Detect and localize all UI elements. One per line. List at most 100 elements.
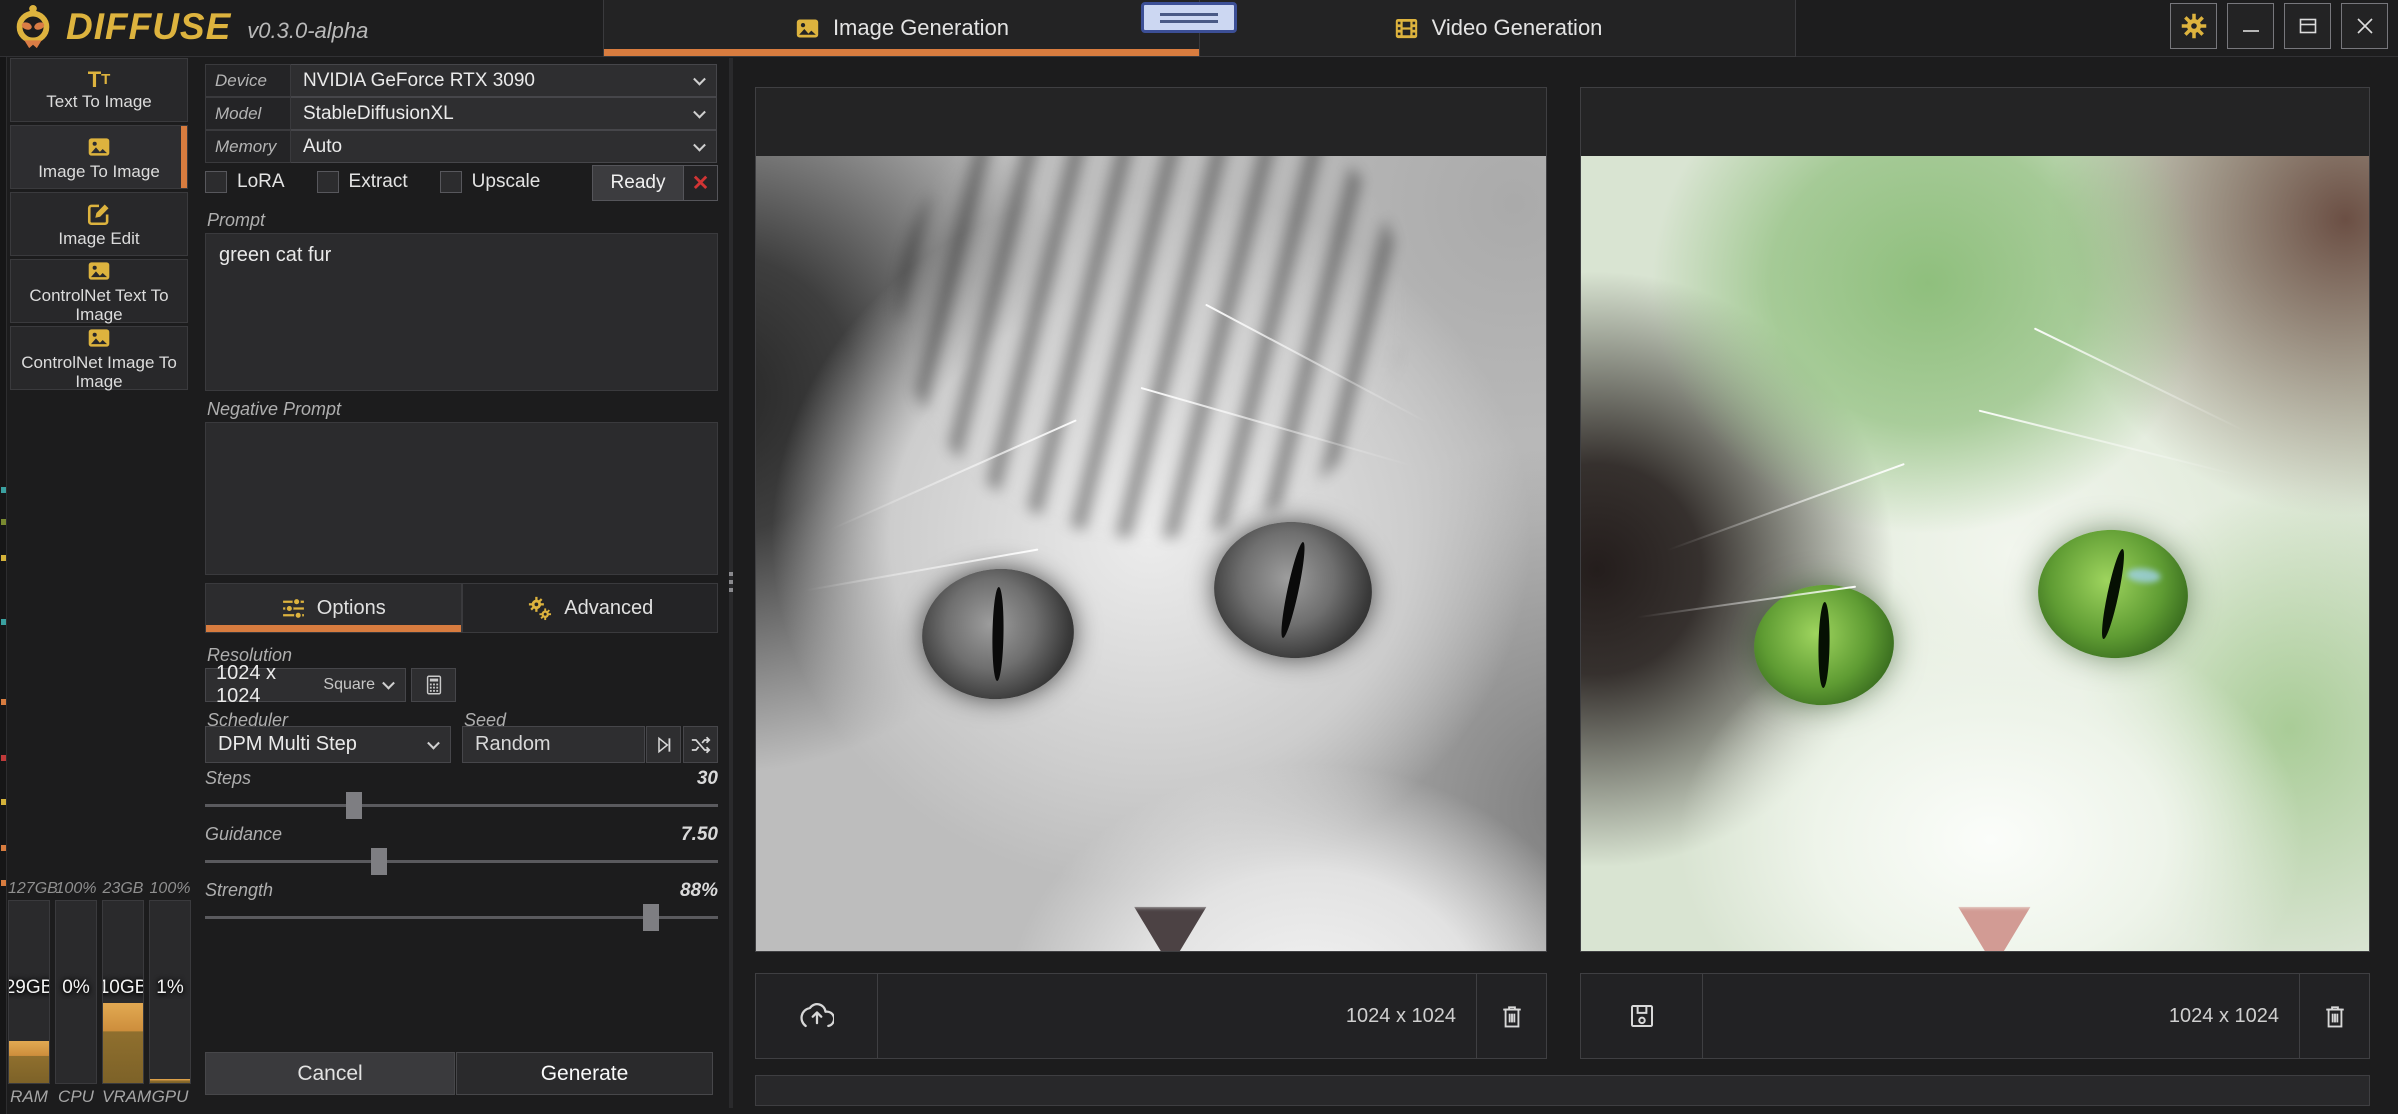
tab-image-generation[interactable]: Image Generation (604, 0, 1199, 56)
app-version: v0.3.0-alpha (247, 18, 368, 44)
maximize-icon (2296, 14, 2320, 38)
strength-value: 88% (680, 880, 718, 902)
edit-icon (86, 201, 112, 227)
edge-activity-strip (0, 57, 7, 1114)
seed-input[interactable]: Random (462, 726, 645, 763)
splitter-grip-icon (729, 572, 733, 592)
trash-icon (1498, 1002, 1526, 1030)
sidebar-item-image-to-image[interactable]: Image To Image (10, 125, 188, 189)
gpu-meter: 100% 1% GPU (149, 880, 191, 1108)
model-status-group: Ready ✕ (592, 165, 718, 201)
title-bar: DIFFUSE v0.3.0-alpha Image Generation Vi… (0, 0, 2398, 57)
guidance-slider[interactable] (205, 860, 718, 863)
chevron-down-icon (693, 72, 706, 85)
model-row: Model StableDiffusionXL (205, 97, 717, 130)
steps-value: 30 (697, 768, 718, 790)
output-panel-header (1581, 88, 2369, 156)
randomize-seed-button[interactable] (683, 726, 718, 763)
prompt-input[interactable]: green cat fur (205, 233, 718, 391)
minimize-icon (2239, 14, 2263, 38)
shuffle-icon (690, 734, 712, 756)
ram-meter: 127GB 29GB RAM (8, 880, 50, 1108)
strength-slider-thumb[interactable] (643, 904, 659, 931)
app-title: DIFFUSE (66, 6, 231, 48)
ready-status-button[interactable]: Ready (593, 166, 684, 200)
diffuse-app-window: DIFFUSE v0.3.0-alpha Image Generation Vi… (0, 0, 2398, 1114)
source-image-panel (755, 87, 1547, 952)
image-icon (86, 258, 112, 284)
lora-checkbox[interactable] (205, 171, 227, 193)
output-delete-button[interactable] (2299, 974, 2369, 1058)
upscale-checkbox[interactable] (440, 171, 462, 193)
vram-fill (103, 1003, 143, 1083)
source-delete-button[interactable] (1476, 974, 1546, 1058)
options-tab-bar: Options (205, 583, 718, 633)
image-icon (86, 325, 112, 351)
gpu-fill (150, 1079, 190, 1083)
tab-advanced[interactable]: Advanced (462, 583, 719, 633)
generation-progress-bar (755, 1075, 2370, 1106)
model-label: Model (205, 97, 291, 130)
panel-splitter[interactable] (729, 58, 733, 1108)
sidebar-item-controlnet-text-to-image[interactable]: ControlNet Text To Image (10, 259, 188, 323)
toggle-row: LoRA Extract Upscale (205, 171, 540, 193)
aspect-preset-select[interactable]: Square (323, 676, 395, 694)
steps-label: Steps (205, 768, 251, 789)
guidance-slider-thumb[interactable] (371, 848, 387, 875)
reuse-seed-button[interactable] (646, 726, 681, 763)
window-drag-handle[interactable] (1141, 2, 1237, 33)
memory-select[interactable]: Auto (291, 130, 717, 163)
cpu-meter: 100% 0% CPU (55, 880, 97, 1108)
source-panel-header (756, 88, 1546, 156)
output-size-label: 1024 x 1024 (2169, 1005, 2299, 1028)
maximize-button[interactable] (2284, 3, 2331, 49)
sidebar-item-image-edit[interactable]: Image Edit (10, 192, 188, 256)
source-image[interactable] (756, 156, 1546, 951)
memory-label: Memory (205, 130, 291, 163)
save-image-button[interactable] (1581, 974, 1703, 1058)
film-icon (1393, 15, 1420, 42)
memory-row: Memory Auto (205, 130, 717, 163)
cancel-button[interactable]: Cancel (205, 1052, 455, 1095)
extract-checkbox[interactable] (317, 171, 339, 193)
settings-button[interactable] (2170, 3, 2217, 49)
unload-model-button[interactable]: ✕ (684, 166, 717, 200)
sidebar-item-controlnet-image-to-image[interactable]: ControlNet Image To Image (10, 326, 188, 390)
steps-slider-row: Steps 30 (205, 768, 718, 820)
steps-slider-thumb[interactable] (346, 792, 362, 819)
tab-video-generation[interactable]: Video Generation (1199, 0, 1795, 56)
output-image-green-cat (1581, 156, 2369, 951)
output-image-panel (1580, 87, 2370, 952)
source-size-label: 1024 x 1024 (1346, 1005, 1476, 1028)
resource-meters: 127GB 29GB RAM 100% 0% CPU 23GB 10GB VRA… (8, 880, 192, 1108)
source-image-bw-cat (756, 156, 1546, 951)
upload-image-button[interactable] (756, 974, 878, 1058)
chevron-down-icon (693, 138, 706, 151)
chevron-down-icon (427, 736, 440, 749)
vram-meter: 23GB 10GB VRAM (102, 880, 144, 1108)
strength-label: Strength (205, 880, 273, 901)
image-icon (794, 15, 821, 42)
close-button[interactable] (2341, 3, 2388, 49)
guidance-slider-row: Guidance 7.50 (205, 824, 718, 876)
resolution-calculator-button[interactable] (411, 668, 456, 702)
steps-slider[interactable] (205, 804, 718, 807)
minimize-button[interactable] (2227, 3, 2274, 49)
guidance-label: Guidance (205, 824, 282, 845)
source-action-bar: 1024 x 1024 (755, 973, 1547, 1059)
guidance-value: 7.50 (681, 824, 718, 846)
model-select[interactable]: StableDiffusionXL (291, 97, 717, 130)
output-image[interactable] (1581, 156, 2369, 951)
tab-options[interactable]: Options (205, 583, 462, 633)
device-select[interactable]: NVIDIA GeForce RTX 3090 (291, 64, 717, 97)
scheduler-select[interactable]: DPM Multi Step (205, 726, 451, 763)
negative-prompt-input[interactable] (205, 422, 718, 575)
device-row: Device NVIDIA GeForce RTX 3090 (205, 64, 717, 97)
generate-button[interactable]: Generate (456, 1052, 713, 1095)
resolution-control[interactable]: 1024 x 1024 Square (205, 668, 406, 702)
gears-icon (526, 595, 553, 622)
red-x-icon: ✕ (692, 171, 710, 196)
negative-prompt-label: Negative Prompt (207, 399, 341, 420)
sidebar-item-text-to-image[interactable]: TT Text To Image (10, 58, 188, 122)
strength-slider[interactable] (205, 916, 718, 919)
